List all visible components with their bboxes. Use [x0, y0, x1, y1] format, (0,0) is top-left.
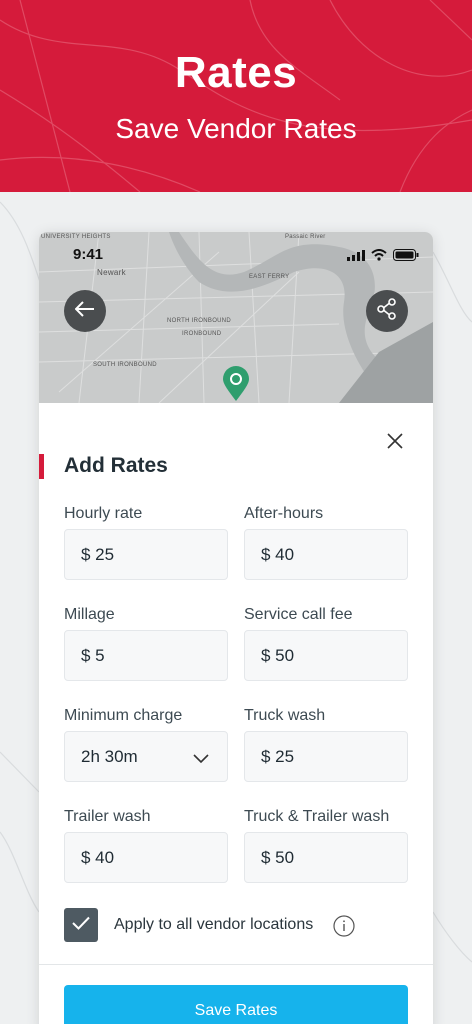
apply-all-checkbox[interactable] [64, 908, 98, 942]
map-label-university-heights: UNIVERSITY HEIGHTS [41, 234, 111, 240]
after-hours-input[interactable]: $ 40 [244, 529, 408, 580]
share-icon [376, 297, 398, 325]
minimum-charge-select[interactable]: 2h 30m [64, 731, 228, 782]
map-label-ironbound: IRONBOUND [182, 331, 222, 337]
truck-trailer-wash-input[interactable]: $ 50 [244, 832, 408, 883]
truck-wash-input[interactable]: $ 25 [244, 731, 408, 782]
banner-title: Rates [174, 48, 298, 97]
millage-input[interactable]: $ 5 [64, 630, 228, 681]
back-button[interactable] [64, 290, 106, 332]
save-rates-button[interactable]: Save Rates [64, 985, 408, 1024]
apply-all-label[interactable]: Apply to all vendor locations [114, 916, 313, 934]
location-pin-icon[interactable] [222, 366, 250, 403]
status-time: 9:41 [73, 246, 104, 263]
header-banner: Rates Save Vendor Rates [0, 0, 472, 192]
wifi-icon [371, 248, 387, 266]
map-label-east-ferry: EAST FERRY [249, 274, 290, 280]
service-call-fee-input[interactable]: $ 50 [244, 630, 408, 681]
map-view[interactable]: 9:41 Newark EAST FERRY NORTH IRONBOUND I… [39, 232, 433, 403]
minimum-charge-label: Minimum charge [64, 707, 183, 724]
after-hours-label: After-hours [244, 505, 324, 522]
signal-icon [347, 248, 365, 266]
map-label-newark: Newark [97, 268, 126, 277]
close-icon[interactable] [384, 430, 406, 452]
title-accent-bar [39, 454, 44, 479]
map-label-north-ironbound: NORTH IRONBOUND [167, 318, 232, 324]
hourly-rate-label: Hourly rate [64, 505, 143, 522]
phone-screen: 9:41 Newark EAST FERRY NORTH IRONBOUND I… [39, 232, 433, 1024]
arrow-left-icon [74, 300, 95, 322]
trailer-wash-label: Trailer wash [64, 808, 151, 825]
chevron-down-icon [193, 749, 209, 769]
checkmark-icon [72, 916, 90, 935]
hourly-rate-input[interactable]: $ 25 [64, 529, 228, 580]
map-label-south-ironbound: SOUTH IRONBOUND [93, 362, 157, 368]
share-button[interactable] [366, 290, 408, 332]
banner-subtitle: Save Vendor Rates [115, 113, 357, 144]
form-title: Add Rates [64, 454, 168, 477]
service-call-fee-label: Service call fee [244, 606, 353, 623]
truck-wash-label: Truck wash [244, 707, 326, 724]
truck-trailer-wash-label: Truck & Trailer wash [244, 808, 390, 825]
battery-icon [393, 248, 419, 266]
status-icons [347, 248, 419, 266]
millage-label: Millage [64, 606, 115, 623]
trailer-wash-input[interactable]: $ 40 [64, 832, 228, 883]
info-icon[interactable] [333, 915, 355, 942]
divider [39, 964, 433, 965]
minimum-charge-value: 2h 30m [81, 746, 138, 766]
map-label-passaic-river: Passaic River [285, 234, 326, 240]
